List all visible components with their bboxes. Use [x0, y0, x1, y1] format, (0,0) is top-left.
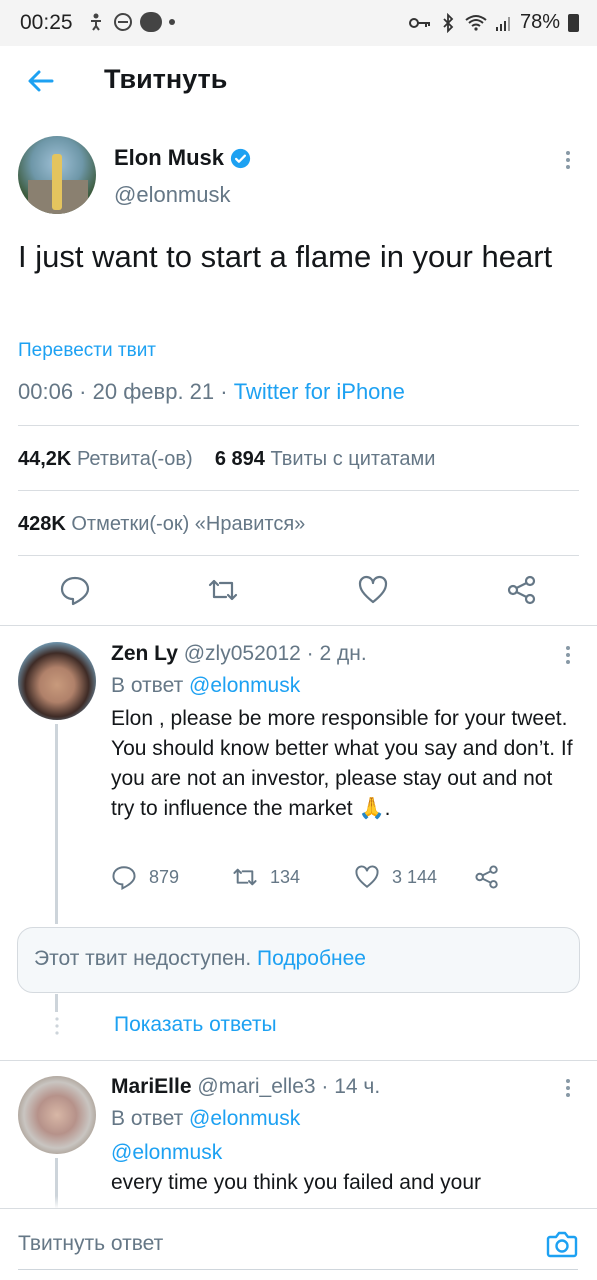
- reply-reply-action[interactable]: 879: [111, 864, 179, 890]
- dnd-icon: [114, 13, 132, 31]
- likes-label: Отметки(-ок) «Нравится»: [71, 513, 306, 535]
- app-header: Твитнуть: [0, 46, 597, 116]
- translate-tweet-link[interactable]: Перевести твит: [18, 340, 156, 362]
- composer-underline: [18, 1269, 578, 1270]
- reply-retweet-action[interactable]: 134: [232, 864, 300, 890]
- thread-line: [55, 994, 58, 1012]
- reply-composer: [0, 1208, 597, 1280]
- notification-icons: [86, 12, 175, 32]
- accessibility-icon: [91, 13, 101, 31]
- reply-text: every time you think you failed and your: [111, 1171, 482, 1194]
- avatar-fork-shape: [52, 154, 62, 210]
- reply-handle-time: @zly052012 · 2 дн.: [177, 642, 367, 665]
- divider: [18, 490, 579, 491]
- section-separator: [0, 1060, 597, 1061]
- wifi-icon: [465, 14, 487, 31]
- tweet-text: I just want to start a flame in your hea…: [18, 239, 553, 274]
- reply-to-line: В ответ @elonmusk: [111, 1107, 300, 1131]
- reply-replies-count: 879: [149, 866, 180, 887]
- divider: [18, 425, 579, 426]
- learn-more-link[interactable]: Подробнее: [257, 947, 366, 970]
- reply-header[interactable]: Zen Ly @zly052012 · 2 дн.: [111, 642, 367, 666]
- author-avatar[interactable]: [18, 136, 96, 214]
- author-name-row[interactable]: Elon Musk: [114, 145, 251, 171]
- reply-to-link[interactable]: @elonmusk: [189, 674, 300, 697]
- retweets-count: 44,2K: [18, 448, 72, 470]
- reply-avatar[interactable]: [18, 1076, 96, 1154]
- reply-author-name: MariElle: [111, 1075, 192, 1098]
- reply-retweets-count: 134: [270, 866, 301, 887]
- quotes-count: 6 894: [214, 448, 265, 470]
- reply-icon: [112, 866, 136, 890]
- like-heart-icon[interactable]: [357, 574, 389, 606]
- thread-dots-icon: [55, 1017, 59, 1035]
- tweet-timestamp: 00:06 · 20 февр. 21 ·: [18, 379, 234, 404]
- reply-avatar[interactable]: [18, 642, 96, 720]
- reply-text: Elon , please be more responsible for yo…: [111, 707, 573, 820]
- tweet-meta: 00:06 · 20 февр. 21 · Twitter for iPhone: [18, 379, 405, 405]
- reply-header[interactable]: MariElle @mari_elle3 · 14 ч.: [111, 1075, 380, 1099]
- reply-mention-link[interactable]: @elonmusk: [111, 1141, 222, 1165]
- quotes-stat[interactable]: 6 894 Твиты с цитатами: [215, 448, 436, 470]
- back-arrow-icon[interactable]: [26, 66, 56, 96]
- unavailable-text: Этот твит недоступен.: [34, 947, 258, 970]
- reply-input[interactable]: [18, 1232, 518, 1256]
- author-handle[interactable]: @elonmusk: [114, 182, 231, 208]
- verified-badge-icon: [230, 148, 251, 168]
- more-options-icon[interactable]: [558, 1076, 578, 1100]
- retweet-stats-row: 44,2K Ретвита(-ов) 6 894 Твиты с цитатам…: [18, 448, 435, 471]
- unavailable-tweet-notice: Этот твит недоступен. Подробнее: [17, 927, 580, 993]
- retweet-icon: [233, 868, 257, 886]
- key-icon: [408, 17, 430, 28]
- tweet-actions: [0, 570, 597, 614]
- scroll-fade: [0, 1196, 597, 1208]
- reply-icon[interactable]: [59, 574, 91, 606]
- bluetooth-icon: [443, 12, 454, 33]
- reply-author-name: Zen Ly: [111, 642, 178, 665]
- battery-percent: 78%: [519, 11, 560, 33]
- reply-handle-time: @mari_elle3 · 14 ч.: [191, 1075, 381, 1098]
- show-replies-link[interactable]: Показать ответы: [114, 1013, 277, 1037]
- retweets-stat[interactable]: 44,2K Ретвита(-ов): [18, 448, 193, 470]
- divider: [18, 555, 579, 556]
- reply-to-link[interactable]: @elonmusk: [189, 1107, 300, 1130]
- status-time: 00:25: [20, 11, 73, 34]
- page-title: Твитнуть: [104, 64, 228, 94]
- reply-to-prefix: В ответ: [111, 674, 190, 697]
- more-notifications-icon: [169, 19, 175, 25]
- reply-actions: 879 134 3 144: [111, 864, 511, 900]
- camera-icon[interactable]: [546, 1229, 578, 1259]
- tweet-source-link[interactable]: Twitter for iPhone: [234, 379, 405, 404]
- signal-icon: [495, 16, 510, 31]
- retweet-icon[interactable]: [207, 574, 239, 606]
- reply-likes-count: 3 144: [392, 866, 438, 887]
- retweets-label: Ретвита(-ов): [76, 448, 193, 470]
- reply-share-action[interactable]: [474, 864, 500, 890]
- share-icon: [475, 865, 498, 889]
- like-heart-icon: [355, 865, 379, 888]
- battery-icon: [568, 13, 579, 32]
- share-icon[interactable]: [506, 574, 538, 606]
- reply-to-line: В ответ @elonmusk: [111, 674, 300, 698]
- section-separator: [0, 625, 597, 626]
- likes-count: 428K: [18, 513, 66, 535]
- author-name: Elon Musk: [114, 145, 225, 170]
- quotes-label: Твиты с цитатами: [270, 448, 436, 470]
- more-options-icon[interactable]: [558, 148, 578, 172]
- system-icons: 78%: [408, 11, 579, 34]
- more-options-icon[interactable]: [558, 643, 578, 667]
- reply-like-action[interactable]: 3 144: [354, 864, 437, 890]
- thread-line: [55, 724, 58, 924]
- wear-icon: [140, 12, 162, 32]
- reply-to-prefix: В ответ: [111, 1107, 190, 1130]
- status-bar: 00:25 78%: [0, 0, 597, 46]
- likes-stat[interactable]: 428K Отметки(-ок) «Нравится»: [18, 513, 305, 536]
